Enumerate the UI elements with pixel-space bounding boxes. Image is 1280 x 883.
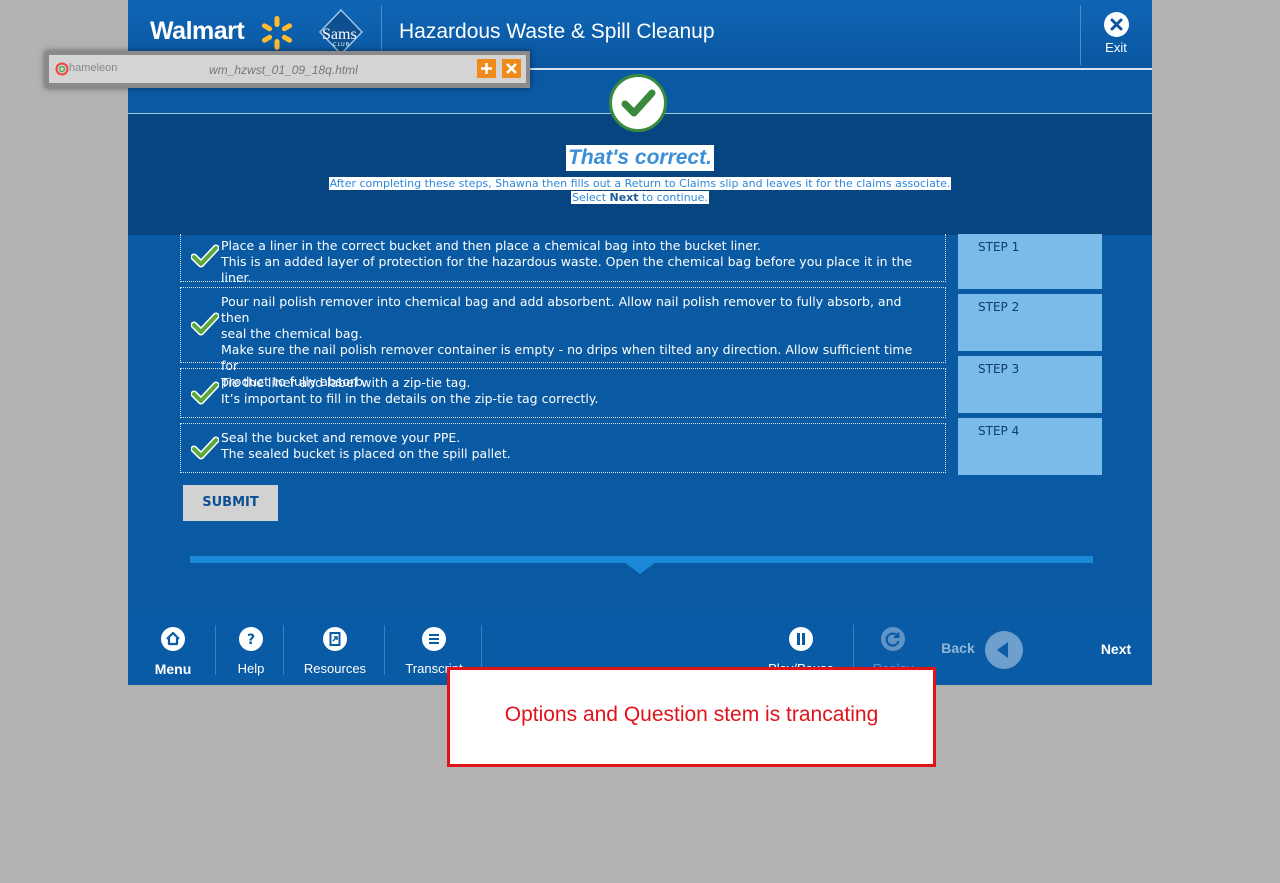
exit-button[interactable]: Exit <box>1100 12 1132 55</box>
checkmark-icon <box>191 436 219 460</box>
option-1-hint: This is an added layer of protection for… <box>221 254 913 285</box>
back-button[interactable]: Back <box>938 640 978 658</box>
home-icon <box>161 627 185 651</box>
back-label: Back <box>941 640 975 656</box>
help-icon: ? <box>239 627 263 651</box>
chameleon-toolbar[interactable]: hameleon wm_hzwst_01_09_18q.html <box>45 51 530 88</box>
back-arrow-icon <box>997 642 1008 658</box>
annotation-text: Options and Question stem is trancating <box>504 703 879 726</box>
option-3-text: Tie the liner and label with a zip-tie t… <box>221 375 471 390</box>
close-icon <box>506 63 517 74</box>
close-toolbar-button[interactable] <box>502 59 521 78</box>
menu-button[interactable]: Menu <box>150 627 196 677</box>
menu-label: Menu <box>154 661 192 677</box>
footer-divider <box>283 625 284 675</box>
step-3-slot[interactable]: STEP 3 <box>958 356 1102 413</box>
footer-divider <box>384 625 385 675</box>
expand-button[interactable] <box>477 59 496 78</box>
header-divider <box>1080 5 1081 65</box>
chameleon-logo-icon <box>55 62 69 76</box>
option-3-hint: It’s important to fill in the details on… <box>221 391 599 406</box>
option-4-text: Seal the bucket and remove your PPE. <box>221 430 461 445</box>
checkmark-icon <box>191 244 219 268</box>
resources-button[interactable]: Resources <box>300 627 370 676</box>
feedback-title: That's correct. <box>566 145 714 171</box>
replay-icon <box>881 627 905 651</box>
help-label: Help <box>237 661 265 676</box>
svg-text:?: ? <box>247 632 255 648</box>
feedback-instruction: Select Next to continue. <box>571 191 709 204</box>
transcript-icon <box>422 627 446 651</box>
back-arrow-button[interactable] <box>985 631 1023 669</box>
resources-label: Resources <box>303 661 367 676</box>
option-4[interactable]: Seal the bucket and remove your PPE. The… <box>180 423 946 473</box>
option-2-text-cont: seal the chemical bag. <box>221 326 363 341</box>
next-button[interactable]: Next <box>1096 641 1136 659</box>
correct-check-icon <box>609 74 667 132</box>
checkmark-icon <box>191 312 219 336</box>
submit-button[interactable]: SUBMIT <box>183 485 278 521</box>
option-3[interactable]: Tie the liner and label with a zip-tie t… <box>180 368 946 418</box>
option-1[interactable]: Place a liner in the correct bucket and … <box>180 234 946 285</box>
step-1-slot[interactable]: STEP 1 <box>958 234 1102 289</box>
option-2[interactable]: Pour nail polish remover into chemical b… <box>180 287 946 389</box>
progress-pointer <box>624 562 656 574</box>
checkmark-icon <box>191 381 219 405</box>
exit-label: Exit <box>1105 40 1127 55</box>
course-player: Walmart Sams CLUB Hazardous Waste & Spil… <box>128 0 1152 685</box>
chameleon-logo-text: hameleon <box>69 62 118 74</box>
walmart-spark-icon <box>261 16 293 50</box>
option-2-text: Pour nail polish remover into chemical b… <box>221 294 902 325</box>
course-title: Hazardous Waste & Spill Cleanup <box>399 20 715 43</box>
option-1-text: Place a liner in the correct bucket and … <box>221 238 761 253</box>
next-label: Next <box>1100 641 1132 657</box>
close-icon <box>1103 12 1129 37</box>
plus-icon <box>481 63 492 74</box>
step-4-slot[interactable]: STEP 4 <box>958 418 1102 475</box>
walmart-logo: Walmart <box>150 17 245 45</box>
option-4-hint: The sealed bucket is placed on the spill… <box>221 446 511 461</box>
resources-icon <box>323 627 347 651</box>
step-2-slot[interactable]: STEP 2 <box>958 294 1102 351</box>
review-annotation: Options and Question stem is trancating <box>447 667 936 767</box>
footer-divider <box>215 625 216 675</box>
feedback-message: After completing these steps, Shawna the… <box>328 177 952 190</box>
pause-icon <box>789 627 813 651</box>
sams-club-text: CLUB <box>333 42 351 48</box>
chameleon-filename: wm_hzwst_01_09_18q.html <box>209 63 358 77</box>
help-button[interactable]: ? Help <box>232 627 270 676</box>
